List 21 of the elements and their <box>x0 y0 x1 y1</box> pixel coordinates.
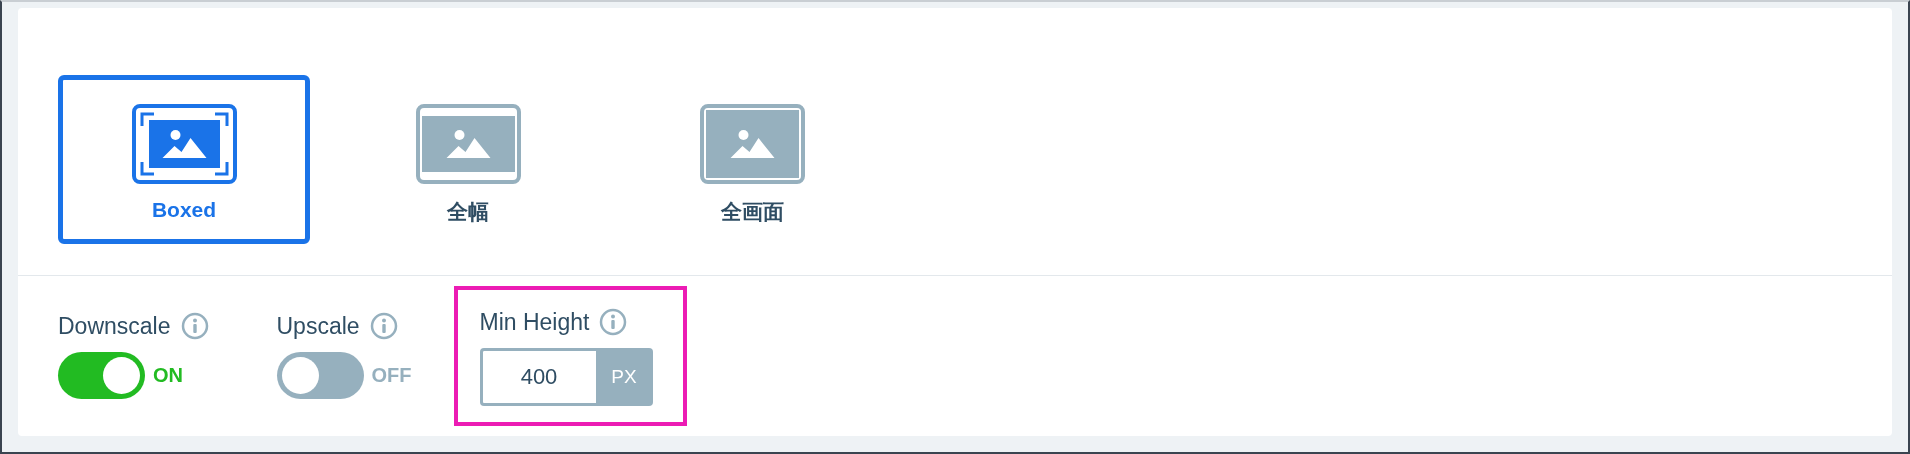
toggle-switch[interactable] <box>58 352 145 399</box>
layout-option[interactable]: Boxed <box>58 75 310 244</box>
setting-label: Upscale <box>276 312 360 340</box>
setting-label: Downscale <box>58 312 171 340</box>
info-icon[interactable] <box>180 312 209 340</box>
toggle-switch[interactable] <box>276 352 364 399</box>
unit-label: PX <box>595 348 653 406</box>
image-layout-icon <box>699 104 805 184</box>
info-icon[interactable] <box>369 312 398 340</box>
layout-option[interactable]: 全幅 <box>342 75 594 244</box>
layout-option[interactable]: 全画面 <box>626 75 878 244</box>
option-label: 全幅 <box>447 199 489 225</box>
toggle-state: ON <box>153 364 183 387</box>
option-label: 全画面 <box>720 199 784 225</box>
setting-label: Min Height <box>479 308 590 336</box>
toggle-state: OFF <box>371 364 412 387</box>
option-label: Boxed <box>151 198 217 222</box>
image-layout-icon <box>131 104 237 184</box>
info-icon[interactable] <box>599 308 628 336</box>
number-field[interactable]: 400 <box>479 348 596 406</box>
image-layout-icon <box>415 104 521 184</box>
